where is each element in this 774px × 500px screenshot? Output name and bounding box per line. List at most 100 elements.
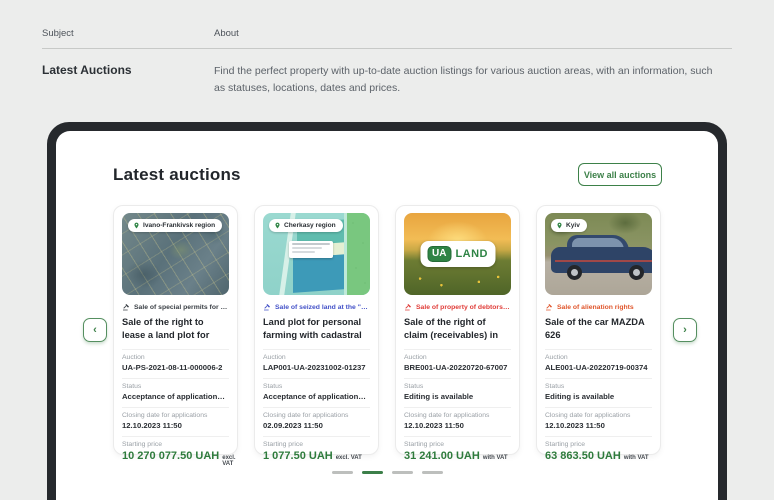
gavel-icon xyxy=(123,304,129,311)
view-all-auctions-button[interactable]: View all auctions xyxy=(578,163,662,186)
region-badge-label: Cherkasy region xyxy=(284,222,336,229)
price-section: Starting price 31 241.00 UAH with VAT xyxy=(404,436,511,462)
logo-ua-mark: UA xyxy=(426,246,452,262)
auction-category: Sale of special permits for subsoil use xyxy=(122,303,229,311)
auction-category: Sale of seized land at the "English pr..… xyxy=(263,303,370,311)
price-value: 1 077.50 UAH xyxy=(263,450,333,462)
table-row: Latest Auctions Find the perfect propert… xyxy=(42,49,732,98)
browser-frame: Latest auctions View all auctions Ivano-… xyxy=(47,122,727,500)
auction-title: Sale of the car MAZDA 626 xyxy=(545,317,645,341)
status-section: Status Acceptance of applications for p.… xyxy=(263,378,370,401)
auction-id-label: Auction xyxy=(404,354,427,361)
vat-note: with VAT xyxy=(482,455,508,461)
region-badge-label: Ivano-Frankivsk region xyxy=(143,222,216,229)
carousel-prev-button[interactable]: ‹ xyxy=(83,318,107,342)
status-label: Status xyxy=(122,383,142,390)
status-section: Status Editing is available xyxy=(545,378,652,401)
auction-title: Land plot for personal farming with cada… xyxy=(263,317,362,341)
auction-title: Sale of the right to lease a land plot f… xyxy=(122,317,210,341)
gavel-icon xyxy=(546,304,552,311)
auction-image-sunflower-field: UA LAND xyxy=(404,213,511,295)
auction-image-satellite-map: Ivano-Frankivsk region xyxy=(122,213,229,295)
pagination-bar[interactable] xyxy=(391,471,413,474)
column-header-about: About xyxy=(214,28,239,39)
auction-card-list: Ivano-Frankivsk region Sale of special p… xyxy=(113,205,661,467)
location-pin-icon xyxy=(557,222,562,229)
status-section: Status Acceptance of applications for p.… xyxy=(122,378,229,401)
auction-id-label: Auction xyxy=(122,354,145,361)
auction-id-section: Auction ALE001-UA-20220719-00374 xyxy=(545,349,652,372)
status-label: Status xyxy=(263,383,283,390)
price-value: 63 863.50 UAH xyxy=(545,450,621,462)
page-header-section: Subject About Latest Auctions Find the p… xyxy=(42,28,732,98)
closing-date-label: Closing date for applications xyxy=(404,412,490,419)
pagination-bar[interactable] xyxy=(331,471,353,474)
ua-land-logo: UA LAND xyxy=(419,241,496,267)
carousel-next-button[interactable]: › xyxy=(673,318,697,342)
vat-note: excl. VAT xyxy=(222,455,236,467)
row-subject: Latest Auctions xyxy=(42,63,132,77)
auction-id-section: Auction BRE001-UA-20220720-67007 xyxy=(404,349,511,372)
price-section: Starting price 63 863.50 UAH with VAT xyxy=(545,436,652,462)
auction-category: Sale of property of debtors in bankru... xyxy=(404,303,511,311)
vat-note: with VAT xyxy=(623,455,649,461)
status-label: Status xyxy=(545,383,565,390)
status-label: Status xyxy=(404,383,424,390)
logo-land-text: LAND xyxy=(455,247,489,260)
closing-date-section: Closing date for applications 12.10.2023… xyxy=(404,407,511,430)
closing-date-value: 12.10.2023 11:50 xyxy=(545,421,605,430)
location-pin-icon xyxy=(134,222,139,229)
region-badge: Cherkasy region xyxy=(269,219,343,232)
auction-category: Sale of alienation rights xyxy=(545,303,652,311)
auction-id-label: Auction xyxy=(263,354,286,361)
auction-id-section: Auction UA-PS-2021-08-11-000006-2 xyxy=(122,349,229,372)
pagination-bar[interactable] xyxy=(361,471,383,474)
auction-id-value: BRE001-UA-20220720-67007 xyxy=(404,363,508,372)
location-pin-icon xyxy=(275,222,280,229)
price-label: Starting price xyxy=(263,441,304,448)
price-label: Starting price xyxy=(404,441,445,448)
auction-id-value: LAP001-UA-20231002-01237 xyxy=(263,363,366,372)
price-section: Starting price 10 270 077.50 UAH excl. V… xyxy=(122,436,236,467)
region-badge: Kyiv xyxy=(551,219,587,232)
closing-date-value: 12.10.2023 11:50 xyxy=(404,421,464,430)
auction-card[interactable]: Kyiv Sale of alienation rights Sale of t… xyxy=(536,205,661,462)
price-value: 31 241.00 UAH xyxy=(404,450,480,462)
status-section: Status Editing is available xyxy=(404,378,511,401)
auction-id-section: Auction LAP001-UA-20231002-01237 xyxy=(263,349,370,372)
status-value: Acceptance of applications for p... xyxy=(263,392,370,401)
auction-image-car-photo: Kyiv xyxy=(545,213,652,295)
status-value: Acceptance of applications for p... xyxy=(122,392,229,401)
price-label: Starting price xyxy=(545,441,586,448)
status-value: Editing is available xyxy=(545,392,615,401)
status-value: Editing is available xyxy=(404,392,474,401)
column-header-subject: Subject xyxy=(42,28,74,39)
auction-card[interactable]: Cherkasy region Sale of seized land at t… xyxy=(254,205,379,462)
table-header-row: Subject About xyxy=(42,28,732,49)
map-tooltip xyxy=(289,241,333,258)
row-about: Find the perfect property with up-to-dat… xyxy=(214,65,713,95)
auction-id-value: UA-PS-2021-08-11-000006-2 xyxy=(122,363,223,372)
closing-date-value: 02.09.2023 11:50 xyxy=(263,421,323,430)
gavel-icon xyxy=(264,304,270,311)
region-badge-label: Kyiv xyxy=(566,222,580,229)
price-section: Starting price 1 077.50 UAH excl. VAT xyxy=(263,436,370,462)
auction-id-value: ALE001-UA-20220719-00374 xyxy=(545,363,648,372)
auction-id-label: Auction xyxy=(545,354,568,361)
carousel-pagination xyxy=(56,471,718,474)
auction-image-cadastral-map: Cherkasy region xyxy=(263,213,370,295)
closing-date-value: 12.10.2023 11:50 xyxy=(122,421,182,430)
auction-widget: Latest auctions View all auctions Ivano-… xyxy=(56,131,718,500)
closing-date-section: Closing date for applications 12.10.2023… xyxy=(545,407,652,430)
closing-date-label: Closing date for applications xyxy=(122,412,208,419)
gavel-icon xyxy=(405,304,411,311)
auction-card[interactable]: UA LAND Sale of property of debtors in b… xyxy=(395,205,520,462)
auction-card[interactable]: Ivano-Frankivsk region Sale of special p… xyxy=(113,205,238,467)
vat-note: excl. VAT xyxy=(335,455,362,461)
region-badge: Ivano-Frankivsk region xyxy=(128,219,223,232)
pagination-bar[interactable] xyxy=(421,471,443,474)
widget-title: Latest auctions xyxy=(113,165,241,184)
closing-date-label: Closing date for applications xyxy=(545,412,631,419)
closing-date-section: Closing date for applications 02.09.2023… xyxy=(263,407,370,430)
closing-date-section: Closing date for applications 12.10.2023… xyxy=(122,407,229,430)
